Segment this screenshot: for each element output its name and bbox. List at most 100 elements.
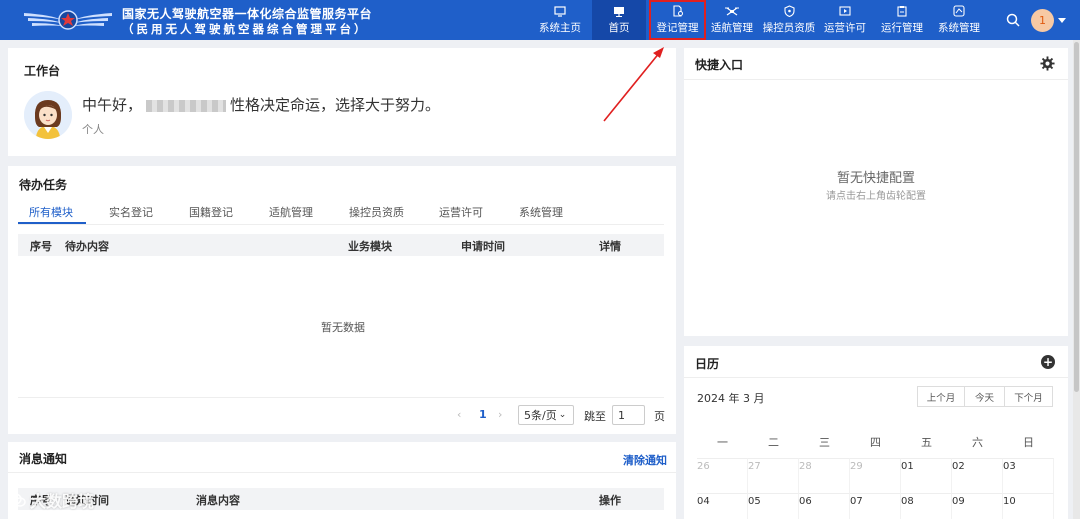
active-tab-indicator: [18, 222, 86, 224]
blurred-username: [146, 99, 227, 112]
todo-title: 待办任务: [19, 178, 68, 192]
today-button[interactable]: 今天: [964, 386, 1005, 407]
message-title: 消息通知: [19, 452, 68, 466]
calendar-day[interactable]: 29: [850, 458, 901, 493]
calendar-day[interactable]: 08: [901, 493, 952, 519]
weekday-label: 二: [768, 436, 779, 449]
greeting-motto: 性格决定命运，选择大于努力。: [230, 96, 441, 114]
add-event-icon[interactable]: +: [1041, 355, 1055, 369]
watermark-text: 大数跨境: [30, 492, 95, 511]
clear-notifications-link[interactable]: 清除通知: [623, 452, 667, 468]
prev-page-icon[interactable]: ‹: [457, 408, 461, 421]
document-settings-icon: [671, 5, 685, 17]
weekday-label: 六: [972, 436, 983, 449]
tab-all-modules[interactable]: 所有模块: [29, 204, 73, 220]
jump-page-input[interactable]: 1: [612, 405, 645, 425]
greeting-prefix: 中午好，: [82, 96, 143, 114]
nav-operation-permit[interactable]: 运营许可: [822, 0, 868, 40]
message-divider: [8, 472, 676, 473]
nav-operator-qualification[interactable]: 操控员资质: [760, 0, 818, 40]
weekday-label: 日: [1023, 436, 1034, 449]
user-avatar[interactable]: 1: [1031, 9, 1054, 32]
nav-airworthiness[interactable]: 适航管理: [710, 0, 754, 40]
nav-registration[interactable]: 登记管理: [649, 0, 706, 40]
column-header: 待办内容: [65, 240, 109, 253]
calendar-panel: 日历 + 2024 年 3 月 上个月 今天 下个月 一 二 三 四 五 六 日…: [684, 346, 1068, 519]
tab-operator-qualification[interactable]: 操控员资质: [349, 204, 404, 220]
column-header: 消息内容: [196, 494, 240, 507]
nav-flight-operation[interactable]: 运行管理: [878, 0, 926, 40]
column-header: 操作: [599, 494, 621, 507]
calendar-day[interactable]: 07: [850, 493, 901, 519]
shield-icon: [782, 5, 796, 17]
todo-table-header: 序号 待办内容 业务模块 申请时间 详情: [18, 234, 664, 256]
weekday-label: 四: [870, 436, 881, 449]
column-header: 申请时间: [461, 240, 505, 253]
watermark: 大数跨境: [8, 488, 94, 512]
nav-system-management[interactable]: 系统管理: [936, 0, 982, 40]
tab-system-management[interactable]: 系统管理: [519, 204, 563, 220]
column-header: 业务模块: [348, 240, 392, 253]
top-header: 国家无人驾驶航空器一体化综合监管服务平台 （民用无人驾驶航空器综合管理平台） 系…: [0, 0, 1080, 40]
scrollbar-thumb[interactable]: [1074, 42, 1079, 392]
nav-home[interactable]: 首页: [592, 0, 646, 40]
drone-icon: [725, 5, 739, 17]
column-header: 详情: [599, 240, 621, 253]
column-header: 序号: [30, 240, 52, 253]
quick-empty-hint: 请点击右上角齿轮配置: [826, 191, 926, 202]
calendar-day[interactable]: 06: [799, 493, 850, 519]
desktop-icon: [612, 5, 626, 17]
quick-entry-panel: 快捷入口 暂无快捷配置 请点击右上角齿轮配置: [684, 48, 1068, 336]
map-icon: [952, 5, 966, 17]
clipboard-icon: [895, 5, 909, 17]
tab-divider: [18, 224, 664, 225]
wechat-icon: [8, 493, 26, 507]
tab-realname-registration[interactable]: 实名登记: [109, 204, 153, 220]
page-size-select[interactable]: 5条/页 ⌄: [518, 405, 574, 425]
nav-system-home[interactable]: 系统主页: [536, 0, 584, 40]
calendar-day[interactable]: 09: [952, 493, 1003, 519]
calendar-divider: [684, 377, 1068, 378]
prev-month-button[interactable]: 上个月: [917, 386, 965, 407]
weekday-label: 三: [819, 436, 830, 449]
jump-label: 跳至: [584, 410, 606, 423]
weekday-label: 一: [717, 436, 728, 449]
quick-empty-title: 暂无快捷配置: [836, 171, 915, 186]
nav-label: 登记管理: [656, 22, 699, 34]
calendar-day[interactable]: 10: [1003, 493, 1054, 519]
calendar-day[interactable]: 27: [748, 458, 799, 493]
calendar-day[interactable]: 03: [1003, 458, 1054, 493]
tab-airworthiness[interactable]: 适航管理: [269, 204, 313, 220]
current-page[interactable]: 1: [479, 408, 487, 421]
workbench-title: 工作台: [24, 64, 61, 78]
calendar-day[interactable]: 05: [748, 493, 799, 519]
calendar-day[interactable]: 01: [901, 458, 952, 493]
page-size-value: 5条/页: [524, 409, 557, 422]
tab-nationality-registration[interactable]: 国籍登记: [189, 204, 233, 220]
empty-state-text: 暂无数据: [321, 321, 365, 334]
chevron-down-icon[interactable]: [1058, 18, 1066, 23]
pager-divider: [18, 397, 664, 398]
page-unit-label: 页: [654, 410, 665, 423]
calendar-day[interactable]: 02: [952, 458, 1003, 493]
gear-icon[interactable]: [1040, 56, 1055, 71]
message-table-header: 序号 通知时间 消息内容 操作: [18, 488, 664, 510]
next-page-icon[interactable]: ›: [498, 408, 502, 421]
todo-panel: 待办任务 所有模块 实名登记 国籍登记 适航管理 操控员资质 运营许可 系统管理…: [8, 166, 676, 434]
caac-logo-icon: [24, 10, 112, 30]
calendar-day[interactable]: 26: [697, 458, 748, 493]
calendar-day[interactable]: 28: [799, 458, 850, 493]
nav-label: 首页: [608, 22, 630, 34]
search-icon[interactable]: [1005, 12, 1021, 28]
play-card-icon: [838, 5, 852, 17]
tab-operation-permit[interactable]: 运营许可: [439, 204, 483, 220]
weekday-label: 五: [921, 436, 932, 449]
calendar-day[interactable]: 04: [697, 493, 748, 519]
calendar-month-label: 2024 年 3 月: [697, 392, 765, 405]
workbench-panel: 工作台 中午好， 性格决定命运，选择大于努力。 个人: [8, 48, 676, 156]
calendar-title: 日历: [695, 357, 720, 371]
chevron-down-icon: ⌄: [558, 410, 567, 420]
next-month-button[interactable]: 下个月: [1004, 386, 1053, 407]
nav-label: 系统主页: [539, 22, 581, 34]
avatar-illustration-icon: [24, 91, 72, 139]
